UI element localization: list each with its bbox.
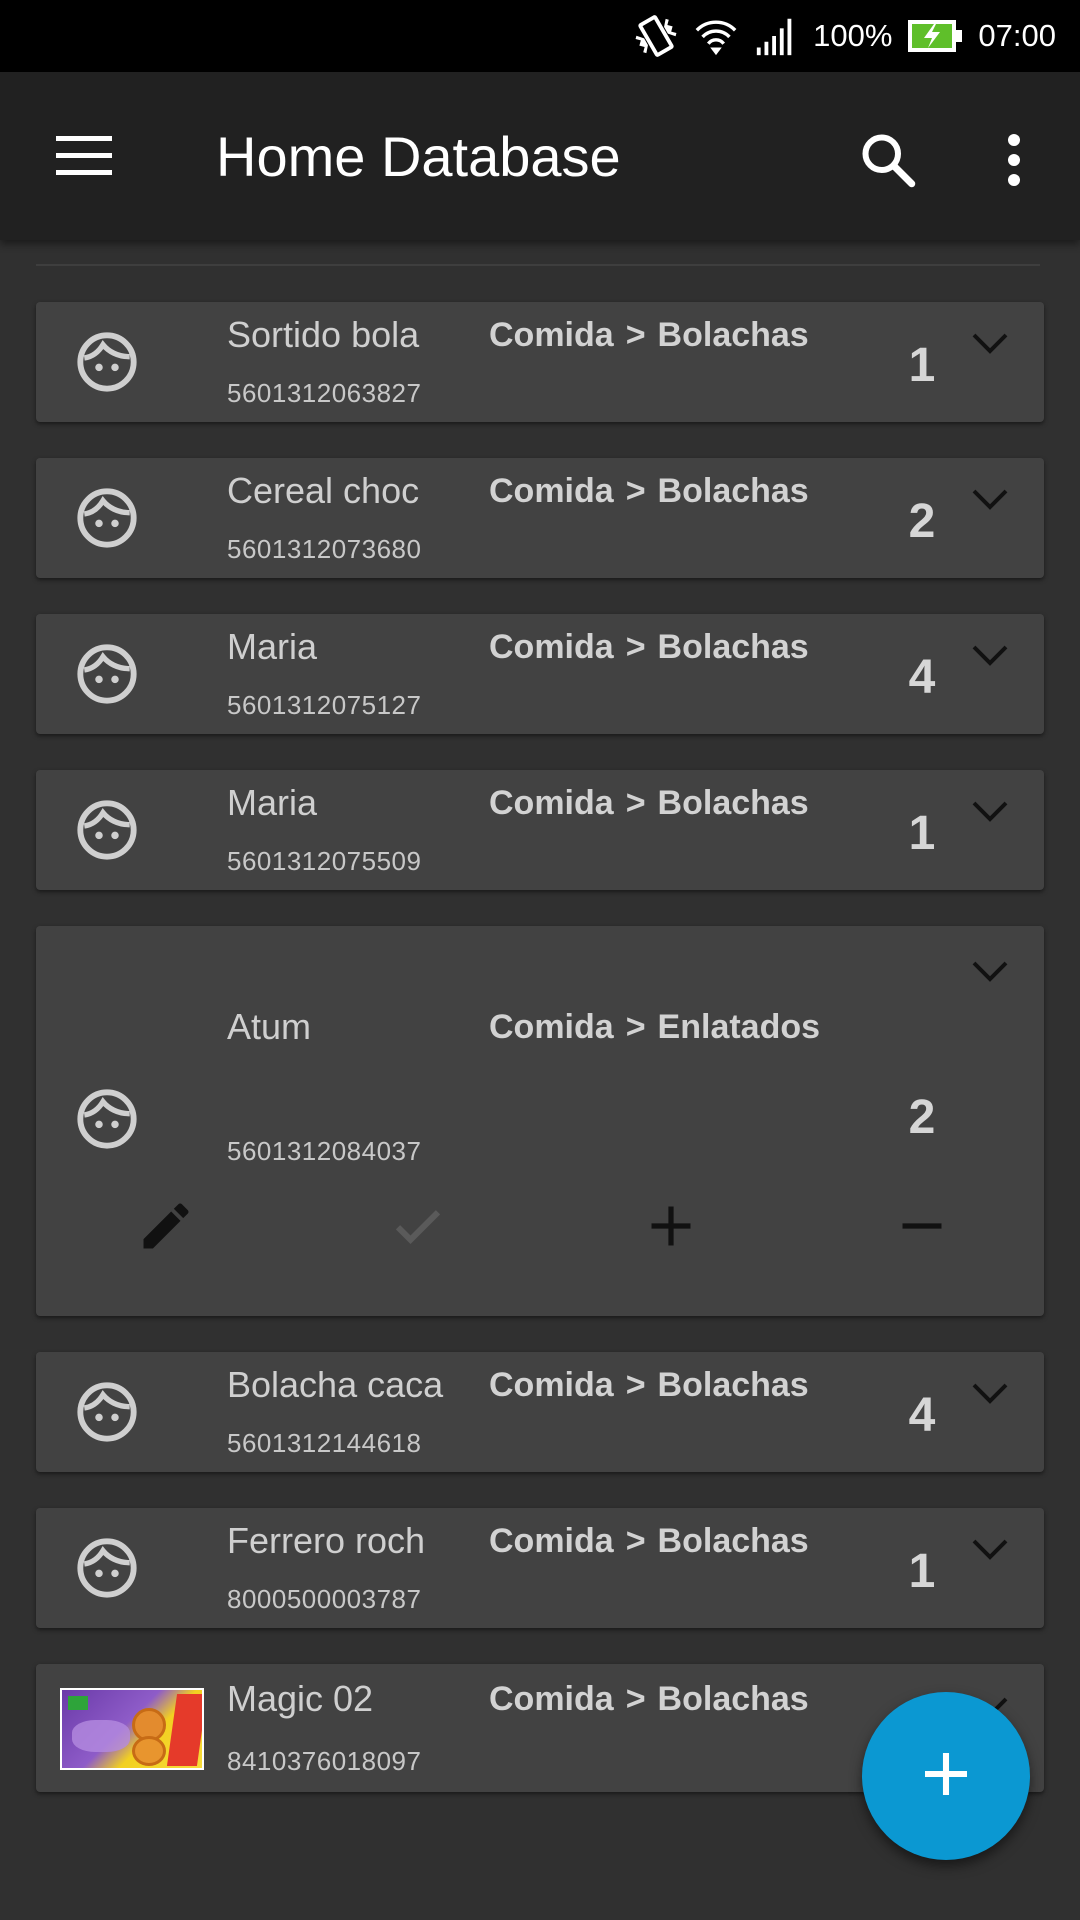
more-vert-icon[interactable] (974, 120, 1054, 200)
item-barcode: 5601312075127 (227, 690, 422, 720)
item-name: Maria (227, 626, 318, 667)
menu-icon[interactable] (40, 118, 128, 194)
item-list[interactable]: Sortido bola 5601312063827 Comida > Bolach… (0, 240, 1080, 1920)
face-icon (62, 1074, 152, 1164)
face-icon (62, 629, 152, 719)
chevron-down-icon[interactable] (960, 1524, 1020, 1574)
add-icon (918, 1746, 974, 1807)
item-quantity: 2 (908, 1091, 936, 1144)
item-quantity: 1 (908, 339, 936, 392)
item-name: Cereal choc (227, 470, 420, 511)
subcategory-label: Bolachas (657, 1366, 809, 1404)
clock: 07:00 (978, 18, 1056, 53)
item-actions (36, 1203, 1044, 1296)
battery-charging-icon (906, 18, 964, 54)
category-separator: > (625, 1680, 646, 1718)
item-quantity: 4 (908, 1389, 936, 1442)
list-item[interactable]: Bolacha caca 5601312144618 Comida > Bolach… (36, 1352, 1044, 1472)
item-name: Bolacha caca (227, 1364, 444, 1405)
subcategory-label: Bolachas (657, 784, 809, 822)
subcategory-label: Bolachas (657, 1522, 809, 1560)
face-icon (62, 1367, 152, 1457)
category-label: Comida (489, 1366, 614, 1404)
item-category: Comida > Bolachas (489, 1366, 809, 1405)
add-icon[interactable] (631, 1186, 711, 1266)
battery-label: 100% (813, 18, 893, 53)
subcategory-label: Enlatados (657, 1008, 821, 1046)
vibrate-icon (633, 13, 679, 59)
chevron-down-icon[interactable] (960, 946, 1020, 996)
subcategory-label: Bolachas (657, 628, 809, 666)
item-category: Comida > Bolachas (489, 316, 809, 355)
item-category: Comida > Bolachas (489, 628, 809, 667)
item-category: Comida > Bolachas (489, 1680, 809, 1719)
signal-icon (753, 13, 799, 59)
face-icon (62, 317, 152, 407)
category-separator: > (625, 628, 646, 666)
item-name: Atum (227, 1006, 312, 1047)
face-icon (62, 473, 152, 563)
subcategory-label: Bolachas (657, 1680, 809, 1718)
list-item[interactable]: Maria 5601312075127 Comida > Bolachas 4 (36, 614, 1044, 734)
app-bar: Home Database (0, 72, 1080, 240)
category-separator: > (625, 1522, 646, 1560)
category-separator: > (625, 784, 646, 822)
category-label: Comida (489, 472, 614, 510)
category-separator: > (625, 316, 646, 354)
face-icon (62, 785, 152, 875)
item-category: Comida > Bolachas (489, 1522, 809, 1561)
item-barcode: 5601312073680 (227, 534, 422, 564)
category-label: Comida (489, 784, 614, 822)
divider (36, 264, 1040, 266)
item-name: Maria (227, 782, 318, 823)
item-category: Comida > Enlatados (489, 1008, 820, 1047)
category-separator: > (625, 1008, 646, 1046)
list-item[interactable]: Maria 5601312075509 Comida > Bolachas 1 (36, 770, 1044, 890)
item-name: Sortido bola (227, 314, 420, 355)
item-category: Comida > Bolachas (489, 784, 809, 823)
list-item[interactable]: Cereal choc 5601312073680 Comida > Bolacha… (36, 458, 1044, 578)
item-barcode: 8000500003787 (227, 1584, 422, 1614)
chevron-down-icon[interactable] (960, 474, 1020, 524)
list-item[interactable]: Ferrero roch 8000500003787 Comida > Bolach… (36, 1508, 1044, 1628)
subcategory-label: Bolachas (657, 316, 809, 354)
list-item-expanded[interactable]: Atum Comida > Enlatados 2 5601312084037 (36, 926, 1044, 1316)
status-bar: 100% 07:00 (0, 0, 1080, 72)
category-separator: > (625, 472, 646, 510)
chevron-down-icon[interactable] (960, 1368, 1020, 1418)
category-label: Comida (489, 1008, 614, 1046)
item-quantity: 1 (908, 1545, 936, 1598)
item-barcode: 5601312084037 (227, 1136, 422, 1166)
item-barcode: 5601312063827 (227, 378, 422, 408)
edit-icon[interactable] (126, 1186, 206, 1266)
app-title: Home Database (216, 125, 621, 188)
product-photo (60, 1688, 204, 1770)
category-label: Comida (489, 1680, 614, 1718)
category-label: Comida (489, 628, 614, 666)
item-quantity: 2 (908, 495, 936, 548)
item-category: Comida > Bolachas (489, 472, 809, 511)
check-icon[interactable] (378, 1186, 458, 1266)
face-icon (62, 1523, 152, 1613)
item-name: Ferrero roch (227, 1520, 426, 1561)
item-quantity: 1 (908, 807, 936, 860)
item-name: Magic 02 (227, 1678, 374, 1719)
add-item-fab[interactable] (862, 1692, 1030, 1860)
wifi-icon (693, 13, 739, 59)
category-label: Comida (489, 316, 614, 354)
chevron-down-icon[interactable] (960, 318, 1020, 368)
subcategory-label: Bolachas (657, 472, 809, 510)
item-barcode: 8410376018097 (227, 1746, 422, 1776)
item-quantity: 4 (908, 651, 936, 704)
category-separator: > (625, 1366, 646, 1404)
item-barcode: 5601312144618 (227, 1428, 422, 1458)
category-label: Comida (489, 1522, 614, 1560)
search-icon[interactable] (848, 120, 928, 200)
chevron-down-icon[interactable] (960, 786, 1020, 836)
item-barcode: 5601312075509 (227, 846, 422, 876)
chevron-down-icon[interactable] (960, 630, 1020, 680)
list-item[interactable]: Sortido bola 5601312063827 Comida > Bolach… (36, 302, 1044, 422)
remove-icon[interactable] (882, 1186, 962, 1266)
